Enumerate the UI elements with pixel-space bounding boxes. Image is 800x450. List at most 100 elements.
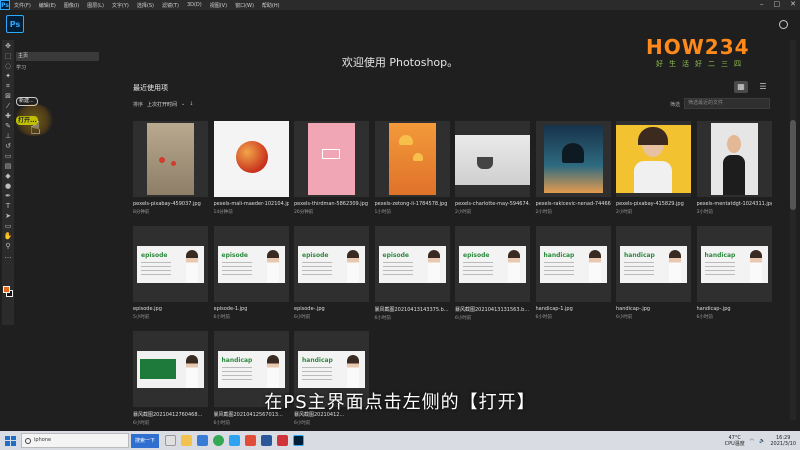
chrome-icon[interactable] — [213, 435, 225, 446]
file-thumbnail[interactable]: episode — [213, 226, 289, 302]
scrollbar-thumb[interactable] — [790, 120, 796, 210]
clock[interactable]: 16:29 2021/3/10 — [770, 435, 796, 447]
dodge-tool-icon[interactable]: ● — [4, 182, 13, 191]
network-icon[interactable]: ◠ — [750, 438, 754, 444]
file-thumbnail[interactable]: handicap — [616, 226, 691, 302]
grid-view-icon[interactable]: ▦ — [734, 81, 748, 93]
recent-file-card[interactable]: handicap handicap-.jpg 6小时前 — [696, 226, 772, 320]
recent-file-card[interactable]: handicap handicap-.jpg 6小时前 — [616, 226, 691, 320]
file-thumbnail[interactable]: episode — [294, 226, 369, 302]
slide-heading: episode — [302, 252, 329, 259]
eyedropper-tool-icon[interactable]: ⁄ — [4, 102, 13, 111]
file-thumbnail[interactable] — [213, 121, 289, 197]
recent-file-card[interactable]: episode 暴风截图20210413131563.b... 6小时前 — [455, 226, 530, 321]
type-tool-icon[interactable]: T — [4, 202, 13, 211]
file-thumbnail[interactable] — [535, 121, 611, 197]
file-explorer-icon[interactable] — [181, 435, 193, 446]
recent-file-card[interactable]: episode episode.jpg 5小时前 — [133, 226, 208, 320]
foreground-color-swatch[interactable] — [3, 286, 10, 293]
menu-item[interactable]: 选择(S) — [133, 2, 158, 9]
taskbar-search-input[interactable]: iphone — [21, 433, 129, 448]
frame-tool-icon[interactable]: ⊠ — [4, 92, 13, 101]
file-thumbnail[interactable] — [294, 121, 369, 197]
list-view-icon[interactable]: ☰ — [756, 81, 770, 93]
task-view-icon[interactable] — [165, 435, 177, 446]
menu-item[interactable]: 视图(V) — [206, 2, 231, 9]
close-icon[interactable]: ✕ — [790, 0, 796, 8]
maximize-icon[interactable]: □ — [774, 0, 781, 8]
filter-input[interactable]: 筛选最近的文件 — [684, 98, 770, 109]
menu-item[interactable]: 图像(I) — [60, 2, 83, 9]
path-selection-tool-icon[interactable]: ➤ — [4, 212, 13, 221]
recent-file-card[interactable]: handicap handicap-1.jpg 6小时前 — [535, 226, 611, 320]
file-thumbnail[interactable] — [374, 121, 450, 197]
menu-item[interactable]: 窗口(W) — [231, 2, 258, 9]
magic-wand-tool-icon[interactable]: ✦ — [4, 72, 13, 81]
file-thumbnail[interactable]: handicap — [696, 226, 772, 302]
search-icon[interactable] — [779, 20, 788, 29]
recent-file-card[interactable]: pexels-thirdman-5862309.jpg 26分钟前 — [294, 121, 369, 215]
menu-item[interactable]: 图层(L) — [83, 2, 108, 9]
sort-value[interactable]: 上次打开时间 — [147, 101, 177, 108]
file-time: 2小时前 — [535, 210, 552, 215]
menu-item[interactable]: 帮助(H) — [258, 2, 284, 9]
word-icon[interactable] — [261, 435, 273, 446]
home-ps-badge[interactable]: Ps — [6, 15, 24, 33]
volume-icon[interactable]: 🔈 — [759, 438, 765, 444]
file-time: 6小时前 — [696, 315, 713, 320]
menu-item[interactable]: 滤镜(T) — [158, 2, 183, 9]
file-thumbnail[interactable]: episode — [455, 226, 530, 302]
shape-tool-icon[interactable]: ▭ — [4, 222, 13, 231]
file-name: handicap-.jpg — [696, 306, 731, 312]
file-thumbnail[interactable]: episode — [133, 226, 208, 302]
weather-widget[interactable]: 47°C CPU温度 — [725, 435, 745, 447]
menu-item[interactable]: 文字(Y) — [108, 2, 133, 9]
file-thumbnail[interactable] — [133, 121, 208, 197]
qq-icon[interactable] — [229, 435, 241, 446]
crop-tool-icon[interactable]: ⌗ — [4, 82, 13, 91]
file-thumbnail[interactable]: episode — [374, 226, 450, 302]
windows-start-icon[interactable] — [3, 434, 17, 448]
recent-file-card[interactable]: episode episode-1.jpg 6小时前 — [213, 226, 289, 320]
slide-heading: handicap — [302, 357, 333, 364]
eraser-tool-icon[interactable]: ▭ — [4, 152, 13, 161]
brush-tool-icon[interactable]: ✎ — [4, 122, 13, 131]
media-player-icon[interactable] — [245, 435, 257, 446]
history-brush-tool-icon[interactable]: ↺ — [4, 142, 13, 151]
hand-tool-icon[interactable]: ✋ — [4, 232, 13, 241]
blur-tool-icon[interactable]: ◆ — [4, 172, 13, 181]
file-thumbnail[interactable] — [696, 121, 772, 197]
menu-item[interactable]: 文件(F) — [10, 2, 35, 9]
scrollbar-track[interactable] — [790, 40, 796, 420]
menu-item[interactable]: 编辑(E) — [35, 2, 60, 9]
file-thumbnail[interactable] — [616, 121, 691, 197]
recent-file-card[interactable]: pexels-rakicevic-nenad-74466... 2小时前 — [535, 121, 611, 215]
file-name: handicap-1.jpg — [535, 306, 573, 312]
recent-file-card[interactable]: episode 暴风截图20210413143375.b... 6小时前 — [374, 226, 450, 321]
sort-direction-icon[interactable]: ↓ — [189, 101, 193, 108]
recent-file-card[interactable]: pexels-pixabay-459037.jpg 8分钟前 — [133, 121, 208, 215]
chevron-down-icon[interactable]: ⌄ — [181, 101, 185, 108]
zoom-tool-icon[interactable]: ⚲ — [4, 242, 13, 251]
recent-file-card[interactable]: pexels-mali-maeder-102104.jpg 14分钟前 — [213, 121, 289, 215]
recorder-icon[interactable] — [277, 435, 289, 446]
recent-file-card[interactable]: pexels-charlotte-may-594674... 2小时前 — [455, 121, 530, 215]
sort-control[interactable]: 排序 上次打开时间 ⌄ ↓ — [133, 101, 193, 108]
store-icon[interactable] — [197, 435, 209, 446]
gradient-tool-icon[interactable]: ▤ — [4, 162, 13, 171]
move-tool-icon[interactable]: ✥ — [4, 42, 13, 51]
recent-file-card[interactable]: pexels-mentatdgt-1024311.jpg 3小时前 — [696, 121, 772, 215]
photoshop-taskbar-icon[interactable] — [293, 435, 305, 446]
minimize-icon[interactable]: – — [760, 0, 764, 8]
pen-tool-icon[interactable]: ✒ — [4, 192, 13, 201]
recent-file-card[interactable]: pexels-pixabay-415829.jpg 2小时前 — [616, 121, 691, 215]
file-thumbnail[interactable] — [455, 121, 530, 197]
healing-brush-tool-icon[interactable]: ✚ — [4, 112, 13, 121]
stamp-tool-icon[interactable]: ⊥ — [4, 132, 13, 141]
more-tools-icon[interactable]: … — [4, 252, 13, 261]
recent-file-card[interactable]: pexels-zetong-li-1784578.jpg 1小时前 — [374, 121, 450, 215]
file-thumbnail[interactable]: handicap — [535, 226, 611, 302]
menu-item[interactable]: 3D(D) — [183, 2, 206, 9]
taskbar-search-button[interactable]: 搜索一下 — [131, 433, 160, 448]
recent-file-card[interactable]: episode episode-.jpg 6小时前 — [294, 226, 369, 320]
